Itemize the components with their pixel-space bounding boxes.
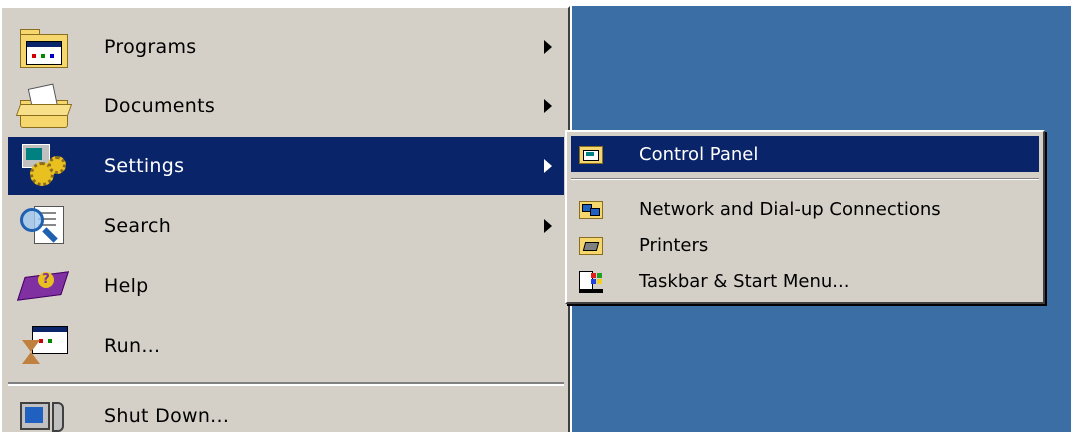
submenu-arrow-icon	[544, 40, 552, 54]
start-item-label: Help	[104, 275, 149, 297]
submenu-item-taskbar-start-menu[interactable]: Taskbar & Start Menu...	[571, 263, 1039, 299]
start-item-label: Programs	[104, 36, 197, 58]
settings-submenu: Control Panel Network and Dial-up Connec…	[565, 130, 1045, 304]
start-menu: Programs Documents Settings Search ? Hel…	[0, 6, 570, 432]
start-item-search[interactable]: Search	[8, 197, 564, 255]
submenu-item-label: Printers	[639, 234, 709, 256]
shutdown-computer-icon	[16, 396, 72, 436]
start-item-label: Documents	[104, 95, 216, 117]
settings-gears-icon	[16, 142, 72, 190]
taskbar-start-menu-icon	[577, 269, 605, 293]
submenu-arrow-icon	[544, 219, 552, 233]
start-item-label: Shut Down...	[104, 405, 230, 427]
start-item-label: Run...	[104, 335, 161, 357]
start-menu-separator	[8, 382, 564, 386]
start-item-settings[interactable]: Settings	[8, 137, 564, 195]
submenu-separator	[571, 178, 1039, 180]
submenu-arrow-icon	[544, 159, 552, 173]
screenshot-frame: Programs Documents Settings Search ? Hel…	[0, 0, 1081, 432]
submenu-item-label: Network and Dial-up Connections	[639, 198, 941, 220]
search-magnifier-icon	[16, 202, 72, 250]
documents-folder-icon	[15, 82, 73, 130]
network-folder-icon	[577, 197, 605, 221]
submenu-item-label: Taskbar & Start Menu...	[639, 270, 850, 292]
submenu-item-printers[interactable]: Printers	[571, 227, 1039, 263]
start-item-documents[interactable]: Documents	[8, 77, 564, 135]
right-margin	[1071, 0, 1081, 432]
programs-folder-icon	[16, 23, 72, 71]
submenu-arrow-icon	[544, 99, 552, 113]
printers-folder-icon	[577, 233, 605, 257]
control-panel-folder-icon	[577, 142, 605, 166]
start-item-label: Search	[104, 215, 172, 237]
start-item-help[interactable]: ? Help	[8, 257, 564, 315]
submenu-item-network[interactable]: Network and Dial-up Connections	[571, 191, 1039, 227]
submenu-item-label: Control Panel	[639, 143, 759, 165]
start-item-shut-down[interactable]: Shut Down...	[8, 396, 564, 436]
submenu-item-control-panel[interactable]: Control Panel	[571, 136, 1039, 172]
run-hourglass-window-icon	[16, 322, 72, 370]
start-item-label: Settings	[104, 155, 185, 177]
start-item-run[interactable]: Run...	[8, 317, 564, 375]
start-item-programs[interactable]: Programs	[8, 18, 564, 76]
help-book-icon: ?	[16, 262, 72, 310]
